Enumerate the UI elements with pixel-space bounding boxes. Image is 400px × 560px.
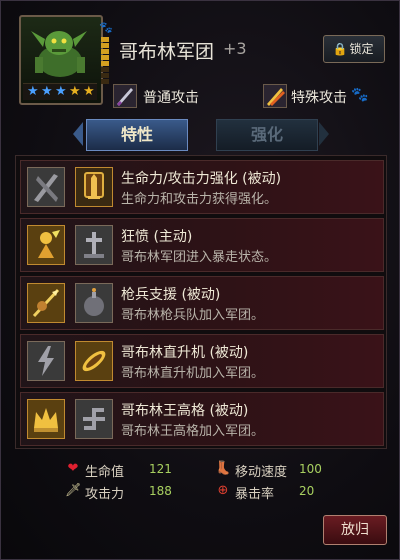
boot-icon: 👢 xyxy=(215,461,232,476)
star-icon: ★ xyxy=(41,84,53,99)
lock-label: 锁定 xyxy=(349,42,374,56)
skill-title: 哥布林直升机 (被动) xyxy=(121,345,249,361)
star-icon: ★ xyxy=(27,84,39,99)
skill-row[interactable]: 哥布林王高格 (被动) 哥布林王高格加入军团。 xyxy=(20,392,384,446)
crosshair-icon: ⊕ xyxy=(217,483,229,498)
star-icon: ★ xyxy=(55,84,67,99)
tab-arrow-left-icon xyxy=(73,122,83,146)
star-rating: ★ ★ ★ ★ ★ xyxy=(23,83,97,100)
skill-list: 生命力/攻击力强化 (被动) 生命力和攻击力获得强化。 狂愤 (主动) 哥布林军… xyxy=(15,155,387,449)
move-speed-label: 移动速度 xyxy=(235,465,288,480)
tab-enhance[interactable]: 强化 xyxy=(216,119,318,151)
spearman-icon xyxy=(27,283,65,323)
tab-traits[interactable]: 特性 xyxy=(86,119,188,151)
cross-tombstone-icon xyxy=(75,225,113,265)
crown-icon xyxy=(27,399,65,439)
attack-label: 攻击力 xyxy=(85,487,125,502)
skill-row[interactable]: 狂愤 (主动) 哥布林军团进入暴走状态。 xyxy=(20,218,384,272)
unit-name: 哥布林军团 xyxy=(119,41,215,63)
skill-title: 哥布林王高格 (被动) xyxy=(121,403,249,419)
skill-description: 生命力和攻击力获得强化。 xyxy=(121,192,278,207)
skill-row[interactable]: 枪兵支援 (被动) 哥布林枪兵队加入军团。 xyxy=(20,276,384,330)
sword-icon: 🗡 xyxy=(65,483,82,498)
tab-arrow-right-icon xyxy=(319,122,329,146)
rage-warrior-icon xyxy=(27,225,65,265)
unit-upgrade-level: +3 xyxy=(223,39,247,58)
lightning-bolt-icon xyxy=(27,341,65,381)
lock-button[interactable]: 🔒 锁定 xyxy=(323,35,385,63)
skill-description: 哥布林军团进入暴走状态。 xyxy=(121,250,278,265)
heart-icon: ❤ xyxy=(67,461,79,476)
crossed-swords-icon xyxy=(27,167,65,207)
release-button[interactable]: 放归 xyxy=(323,515,387,545)
special-attack-label: 特殊攻击 xyxy=(291,90,347,106)
skill-row[interactable]: 生命力/攻击力强化 (被动) 生命力和攻击力获得强化。 xyxy=(20,160,384,214)
level-pips xyxy=(101,37,111,89)
skill-description: 哥布林王高格加入军团。 xyxy=(121,424,265,439)
bomb-creature-icon xyxy=(75,283,113,323)
skill-description: 哥布林枪兵队加入军团。 xyxy=(121,308,265,323)
skill-title: 枪兵支援 (被动) xyxy=(121,287,221,303)
swastika-rune-icon xyxy=(75,399,113,439)
paw-icon: 🐾 xyxy=(351,87,369,103)
star-icon: ★ xyxy=(83,84,95,99)
crit-rate-value: 20 xyxy=(299,484,315,498)
move-speed-value: 100 xyxy=(299,462,322,476)
hp-label: 生命值 xyxy=(85,465,125,480)
special-attack-icon[interactable] xyxy=(263,84,287,108)
hp-value: 121 xyxy=(149,462,172,476)
star-icon: ★ xyxy=(69,84,81,99)
skill-title: 生命力/攻击力强化 (被动) xyxy=(121,171,282,187)
normal-attack-icon[interactable] xyxy=(113,84,137,108)
crit-rate-label: 暴击率 xyxy=(235,487,275,502)
helicopter-blade-icon xyxy=(75,341,113,381)
unit-portrait[interactable]: 🐾 ★ ★ ★ ★ ★ xyxy=(19,15,113,105)
sword-shield-icon xyxy=(75,167,113,207)
attack-value: 188 xyxy=(149,484,172,498)
normal-attack-label: 普通攻击 xyxy=(143,90,199,106)
goblin-portrait-icon xyxy=(31,31,87,77)
skill-title: 狂愤 (主动) xyxy=(121,229,193,245)
paw-icon: 🐾 xyxy=(99,21,113,34)
skill-description: 哥布林直升机加入军团。 xyxy=(121,366,265,381)
unit-detail-panel: 🐾 ★ ★ ★ ★ ★ 哥布林军团 +3 🔒 锁定 普通攻击 特殊攻击 🐾 特性 … xyxy=(0,0,400,560)
lock-icon: 🔒 xyxy=(332,42,348,56)
skill-row[interactable]: 哥布林直升机 (被动) 哥布林直升机加入军团。 xyxy=(20,334,384,388)
